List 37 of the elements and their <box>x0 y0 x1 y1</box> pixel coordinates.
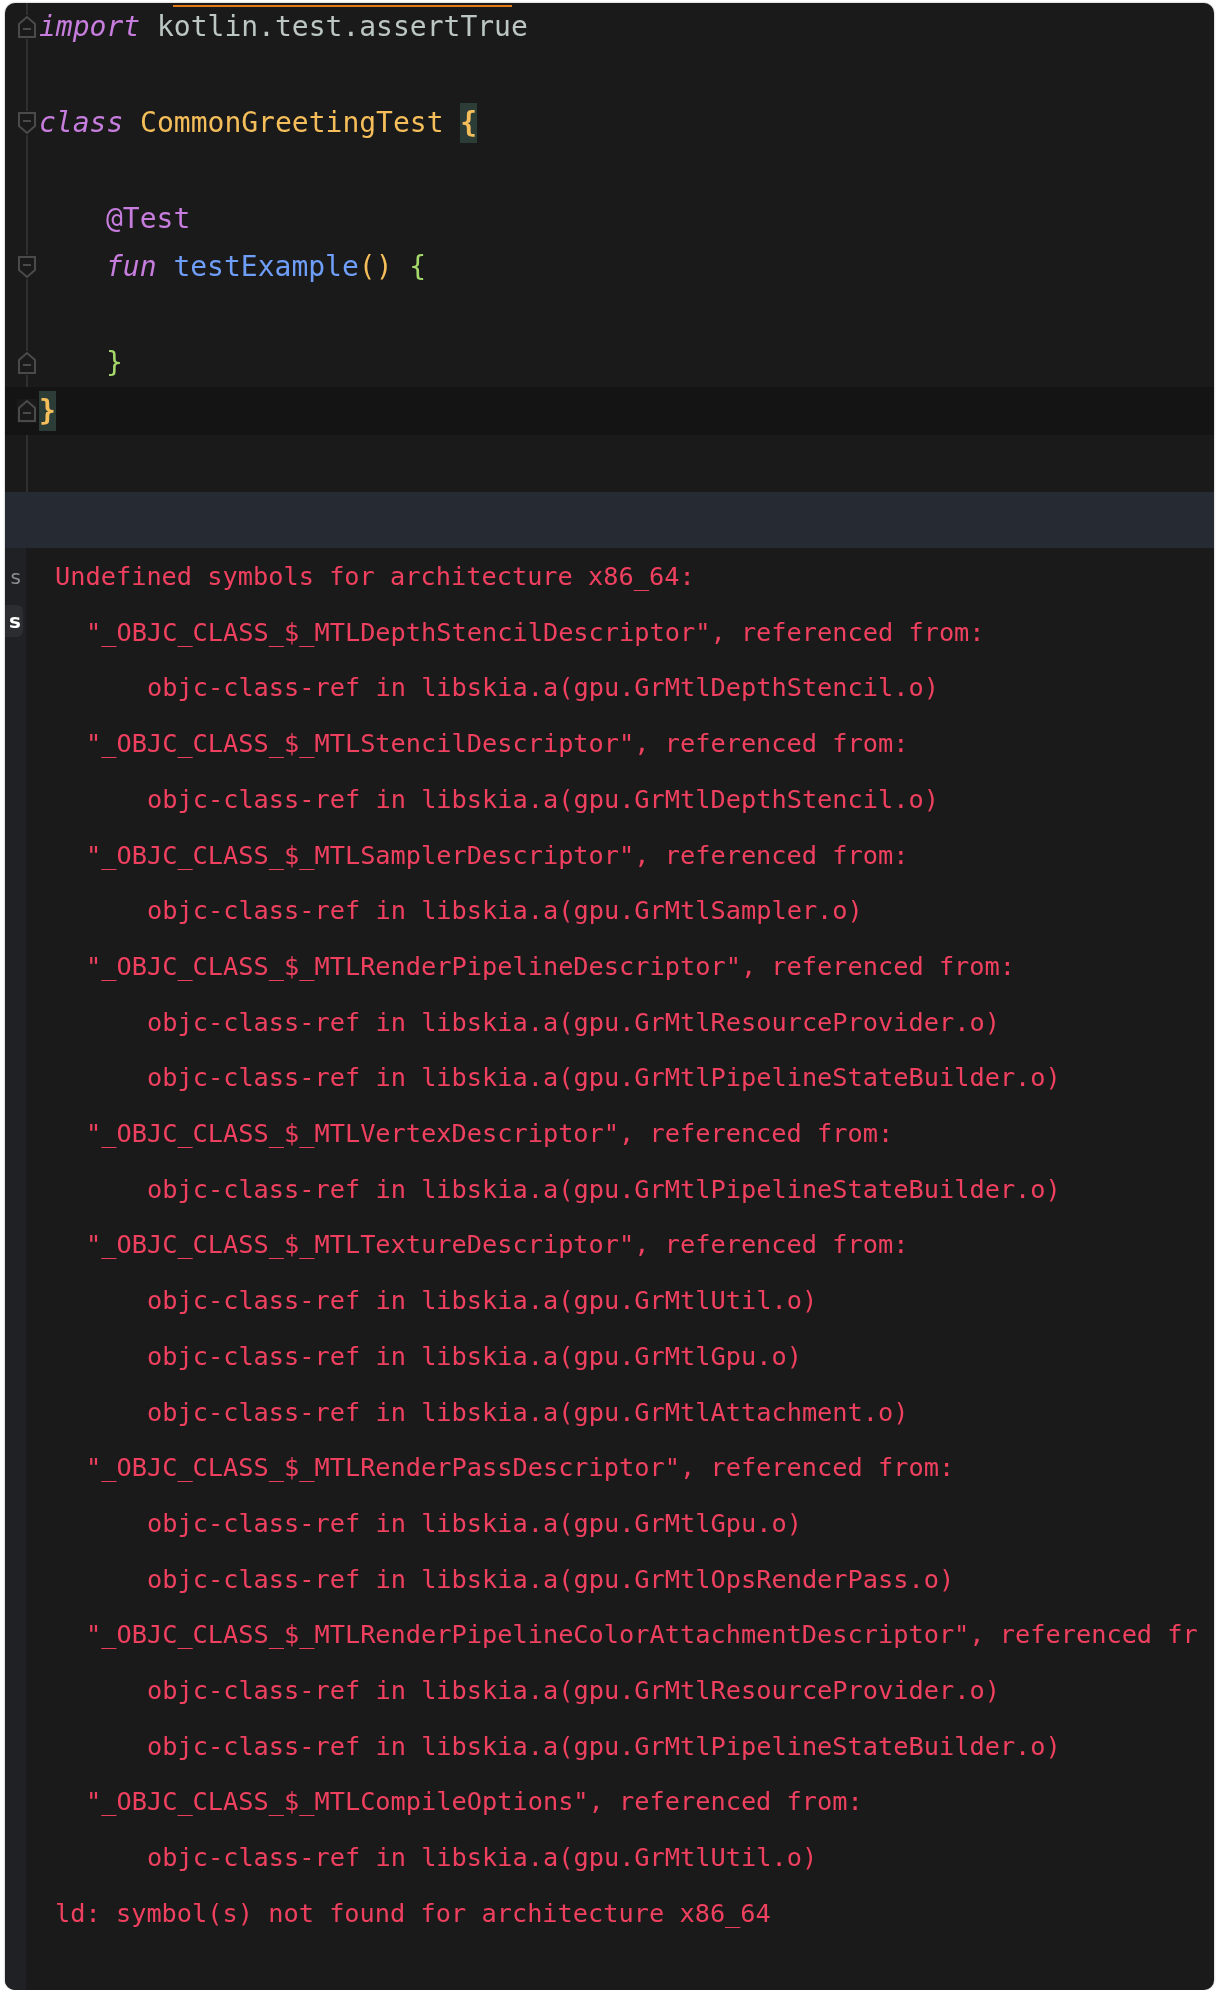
console-line: objc-class-ref in libskia.a(gpu.GrMtlPipelineStateBuilder.o) <box>146 1730 1061 1763</box>
console-line: "_OBJC_CLASS_$_MTLTextureDescriptor", referenced from: <box>85 1229 909 1262</box>
console-line: "_OBJC_CLASS_$_MTLVertexDescriptor", referenced from: <box>85 1118 894 1151</box>
fold-icon[interactable] <box>17 111 37 135</box>
console-line: "_OBJC_CLASS_$_MTLRenderPipelineColorAttachmentDescriptor", referenced fr <box>85 1619 1198 1652</box>
code-line: fun testExample() { <box>106 249 427 285</box>
console-line: objc-class-ref in libskia.a(gpu.GrMtlDepthStencil.o) <box>146 672 939 705</box>
side-tab[interactable]: s <box>5 605 23 637</box>
console-line: objc-class-ref in libskia.a(gpu.GrMtlGpu.o) <box>146 1507 802 1540</box>
console-line: "_OBJC_CLASS_$_MTLStencilDescriptor", referenced from: <box>85 728 909 761</box>
console-line: ld: symbol(s) not found for architecture x86_64 <box>55 1897 771 1930</box>
code-line: } <box>106 345 123 381</box>
code-line: @Test <box>106 201 191 237</box>
console-line: "_OBJC_CLASS_$_MTLCompileOptions", referenced from: <box>85 1786 863 1819</box>
side-tab[interactable]: s <box>5 561 23 593</box>
console-line: objc-class-ref in libskia.a(gpu.GrMtlAttachment.o) <box>146 1396 909 1429</box>
console-line: objc-class-ref in libskia.a(gpu.GrMtlDepthStencil.o) <box>146 783 939 816</box>
console-line: objc-class-ref in libskia.a(gpu.GrMtlUtil.o) <box>146 1285 818 1318</box>
console-line: objc-class-ref in libskia.a(gpu.GrMtlPipelineStateBuilder.o) <box>146 1062 1061 1095</box>
console-line: "_OBJC_CLASS_$_MTLDepthStencilDescriptor", referenced from: <box>85 616 985 649</box>
console-line: objc-class-ref in libskia.a(gpu.GrMtlUtil.o) <box>146 1842 818 1875</box>
console-line: objc-class-ref in libskia.a(gpu.GrMtlPipelineStateBuilder.o) <box>146 1173 1061 1206</box>
fold-icon[interactable] <box>17 255 37 279</box>
console-line: objc-class-ref in libskia.a(gpu.GrMtlResourceProvider.o) <box>146 1675 1000 1708</box>
code-line: class CommonGreetingTest { <box>39 103 478 143</box>
console-line: objc-class-ref in libskia.a(gpu.GrMtlOpsRenderPass.o) <box>146 1563 955 1596</box>
console-line: "_OBJC_CLASS_$_MTLRenderPassDescriptor", referenced from: <box>85 1452 955 1485</box>
code-line: import kotlin.test.assertTrue <box>39 7 528 47</box>
console-line: objc-class-ref in libskia.a(gpu.GrMtlResourceProvider.o) <box>146 1006 1000 1039</box>
console-line: Undefined symbols for architecture x86_64: <box>55 561 695 593</box>
console-line: "_OBJC_CLASS_$_MTLSamplerDescriptor", referenced from: <box>85 839 909 872</box>
fold-icon[interactable] <box>17 15 37 39</box>
fold-icon[interactable] <box>17 351 37 375</box>
console-line: objc-class-ref in libskia.a(gpu.GrMtlGpu.o) <box>146 1340 802 1373</box>
console-line: "_OBJC_CLASS_$_MTLRenderPipelineDescriptor", referenced from: <box>85 950 1016 983</box>
fold-icon[interactable] <box>17 399 37 423</box>
console-line: objc-class-ref in libskia.a(gpu.GrMtlSampler.o) <box>146 895 863 928</box>
